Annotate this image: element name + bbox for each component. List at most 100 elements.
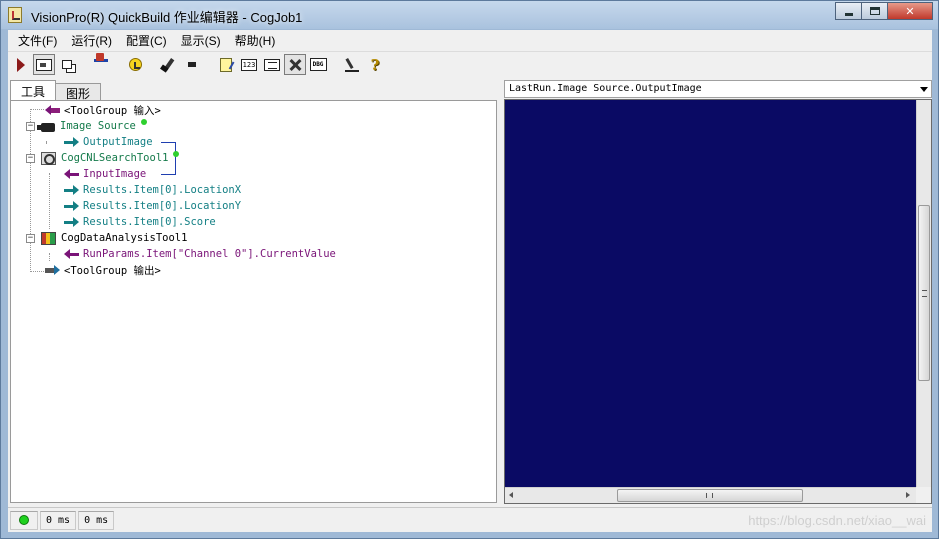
image-display[interactable] <box>504 99 932 504</box>
watermark-text: https://blog.csdn.net/xiao__wai <box>748 513 926 528</box>
maximize-icon <box>869 7 880 15</box>
run-icon <box>17 57 25 72</box>
tree-guide-line <box>46 141 47 143</box>
tree-guide-line <box>30 271 44 272</box>
chevron-down-icon[interactable] <box>920 87 928 92</box>
vision-app-icon[interactable] <box>8 7 22 23</box>
list-display-button[interactable] <box>261 54 283 75</box>
collapse-cnl-tool[interactable]: − <box>26 154 35 163</box>
tree-node-label: Results.Item[0].LocationY <box>83 200 242 212</box>
scroll-right-icon[interactable] <box>906 492 910 498</box>
tool-tree-panel: <ToolGroup 输入> − Image Source OutputImag… <box>10 100 497 503</box>
tree-guide-line <box>30 109 44 110</box>
image-display-button[interactable] <box>33 54 55 75</box>
debug-button[interactable]: DBG <box>307 54 329 75</box>
camera-icon <box>37 122 55 132</box>
title-bar[interactable]: VisionPro(R) QuickBuild 作业编辑器 - CogJob1 … <box>1 1 938 29</box>
tools-icon <box>287 58 303 72</box>
tree-guide-line <box>49 253 50 261</box>
tree-node-image-source[interactable]: Image Source <box>37 118 147 134</box>
vertical-scrollbar[interactable] <box>916 100 931 488</box>
input-arrow-icon <box>64 249 80 259</box>
output-arrow-icon <box>64 185 80 195</box>
quickbuild-window: VisionPro(R) QuickBuild 作业编辑器 - CogJob1 … <box>0 0 939 539</box>
image-display-icon <box>36 58 52 71</box>
collapse-image-source[interactable]: − <box>26 122 35 131</box>
menu-display[interactable]: 显示(S) <box>174 32 228 49</box>
horizontal-scroll-thumb[interactable] <box>617 489 803 502</box>
close-button[interactable]: ✕ <box>887 2 933 20</box>
menu-help[interactable]: 帮助(H) <box>228 32 283 49</box>
client-area: 文件(F) 运行(R) 配置(C) 显示(S) 帮助(H) 123 DBG ? … <box>8 30 932 532</box>
reset-button[interactable] <box>90 52 112 75</box>
image-pane: LastRun.Image Source.OutputImage <box>504 78 932 504</box>
run-status-indicator-icon <box>19 515 29 525</box>
menu-run[interactable]: 运行(R) <box>64 32 119 49</box>
tree-node-location-y[interactable]: Results.Item[0].LocationY <box>64 198 241 214</box>
time-value: 0 ms <box>46 514 71 526</box>
tab-tools[interactable]: 工具 <box>10 80 57 100</box>
tree-node-label: Image Source <box>60 120 136 132</box>
output-arrow-icon <box>64 217 80 227</box>
vertical-scroll-thumb[interactable] <box>918 205 930 381</box>
tree-node-label: CogDataAnalysisTool1 <box>61 232 188 244</box>
tree-guide-line <box>49 173 50 229</box>
time-cell-2: 0 ms <box>78 510 115 530</box>
pen-icon <box>345 58 359 72</box>
menu-config[interactable]: 配置(C) <box>119 32 174 49</box>
horizontal-scrollbar[interactable] <box>505 487 916 503</box>
status-dot-icon <box>173 151 180 157</box>
menu-bar: 文件(F) 运行(R) 配置(C) 显示(S) 帮助(H) <box>8 30 932 51</box>
list-display-icon <box>264 58 280 71</box>
run-button[interactable] <box>10 54 32 75</box>
status-dot-icon <box>140 119 147 125</box>
small-tool-icon <box>188 62 196 67</box>
window-title: VisionPro(R) QuickBuild 作业编辑器 - CogJob1 <box>31 10 303 25</box>
numeric-display-button[interactable]: 123 <box>238 54 260 75</box>
tool-tree: <ToolGroup 输入> − Image Source OutputImag… <box>11 101 496 502</box>
close-icon: ✕ <box>905 4 915 18</box>
tree-node-label: CogCNLSearchTool1 <box>61 152 169 164</box>
tree-node-label: <ToolGroup 输出> <box>64 264 161 277</box>
tree-node-label: Results.Item[0].LocationX <box>83 184 242 196</box>
help-icon: ? <box>370 55 380 74</box>
input-arrow-icon <box>64 169 80 179</box>
help-button[interactable]: ? <box>364 54 386 75</box>
pen-button[interactable] <box>341 54 363 75</box>
status-bar: 0 ms 0 ms https://blog.csdn.net/xiao__wa… <box>8 507 932 532</box>
tree-node-data-tool[interactable]: CogDataAnalysisTool1 <box>41 230 187 246</box>
tree-node-score[interactable]: Results.Item[0].Score <box>64 214 216 230</box>
dual-window-button[interactable] <box>56 54 78 75</box>
brush-button[interactable] <box>158 54 180 75</box>
tab-graphics[interactable]: 图形 <box>55 83 102 101</box>
dual-window-icon <box>62 60 72 69</box>
tree-node-location-x[interactable]: Results.Item[0].LocationX <box>64 182 241 198</box>
minimize-button[interactable] <box>835 2 862 20</box>
small-tool-button[interactable] <box>181 54 203 75</box>
output-group-icon <box>45 265 61 275</box>
data-analysis-icon <box>41 231 56 245</box>
note-button[interactable] <box>215 54 237 75</box>
collapse-data-tool[interactable]: − <box>26 234 35 243</box>
reset-icon <box>94 52 108 71</box>
image-source-select[interactable]: LastRun.Image Source.OutputImage <box>504 80 932 98</box>
tree-node-input-image[interactable]: InputImage <box>64 166 146 182</box>
search-tool-icon <box>41 151 56 165</box>
note-icon <box>220 57 232 72</box>
tools-button[interactable] <box>284 54 306 75</box>
tree-node-input-group[interactable]: <ToolGroup 输入> <box>45 102 161 118</box>
maximize-button[interactable] <box>861 2 888 20</box>
tree-node-label: OutputImage <box>83 136 153 148</box>
tree-node-output-group[interactable]: <ToolGroup 输出> <box>45 262 161 278</box>
refresh-button[interactable] <box>124 54 146 75</box>
tab-strip: 工具 图形 <box>10 80 102 101</box>
tree-node-run-params[interactable]: RunParams.Item["Channel 0"].CurrentValue <box>64 246 336 262</box>
time-cell-1: 0 ms <box>40 510 77 530</box>
numeric-display-icon: 123 <box>241 58 257 71</box>
scroll-left-icon[interactable] <box>509 492 513 498</box>
tree-node-output-image[interactable]: OutputImage <box>64 134 153 150</box>
menu-file[interactable]: 文件(F) <box>11 32 64 49</box>
tree-node-cnl-tool[interactable]: CogCNLSearchTool1 <box>41 150 180 166</box>
output-arrow-icon <box>64 201 80 211</box>
run-status-cell <box>10 510 38 530</box>
